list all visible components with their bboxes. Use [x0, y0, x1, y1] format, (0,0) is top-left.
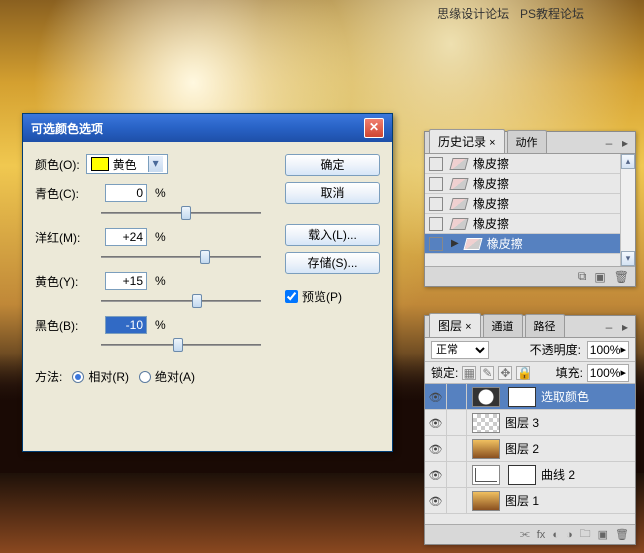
dialog-titlebar[interactable]: 可选颜色选项 ✕ — [23, 114, 392, 142]
layer-thumbnail[interactable] — [472, 491, 500, 511]
layer-thumbnail[interactable] — [472, 413, 500, 433]
close-icon[interactable]: ✕ — [364, 118, 384, 138]
eraser-icon — [449, 178, 468, 190]
layer-row[interactable]: 选取颜色 — [425, 384, 635, 410]
group-icon[interactable]: 🗀 — [580, 525, 591, 544]
layer-thumbnail[interactable] — [472, 465, 500, 485]
black-slider[interactable] — [101, 336, 261, 354]
lock-all-icon[interactable]: 🔒 — [516, 366, 530, 380]
magenta-slider[interactable] — [101, 248, 261, 266]
layers-panel: 图层 × 通道 路径 –▸ 正常 不透明度: 100%▸ 锁定: ▦ ✎ ✥ 🔒… — [424, 315, 636, 545]
layer-style-icon[interactable]: fx — [537, 529, 546, 541]
black-label: 黑色(B): — [35, 317, 97, 334]
color-swatch-icon — [91, 157, 109, 171]
percent-label: % — [155, 186, 169, 200]
visibility-icon[interactable] — [425, 384, 447, 409]
layer-mask-icon[interactable]: ◐ — [552, 529, 559, 541]
adjustment-layer-icon[interactable]: ◑ — [566, 529, 573, 541]
mask-thumbnail[interactable] — [508, 387, 536, 407]
opacity-label: 不透明度: — [530, 341, 581, 358]
cyan-label: 青色(C): — [35, 185, 97, 202]
delete-layer-icon[interactable]: 🗑 — [615, 528, 629, 541]
layer-row[interactable]: 图层 3 — [425, 410, 635, 436]
layer-thumbnail[interactable] — [472, 439, 500, 459]
delete-icon[interactable]: 🗑 — [614, 270, 629, 284]
visibility-icon[interactable] — [425, 436, 447, 461]
visibility-icon[interactable] — [425, 410, 447, 435]
blend-mode-select[interactable]: 正常 — [431, 341, 489, 359]
tab-layers[interactable]: 图层 × — [429, 313, 481, 337]
new-state-icon[interactable]: ▣ — [594, 270, 605, 284]
color-value: 黄色 — [113, 156, 137, 173]
panel-minimize-icon[interactable]: – — [603, 138, 615, 150]
panel-menu-icon[interactable]: ▸ — [619, 322, 631, 334]
absolute-radio[interactable]: 绝对(A) — [139, 368, 195, 385]
history-item[interactable]: 橡皮擦 — [425, 174, 635, 194]
yellow-label: 黄色(Y): — [35, 273, 97, 290]
eraser-icon — [449, 198, 468, 210]
link-layers-icon[interactable]: ⫘ — [520, 528, 530, 541]
relative-radio[interactable]: 相对(R) — [72, 368, 129, 385]
cyan-input[interactable] — [105, 184, 147, 202]
history-list: 橡皮擦 橡皮擦 橡皮擦 橡皮擦 ▶橡皮擦 — [425, 154, 635, 266]
layer-thumbnail[interactable] — [472, 387, 500, 407]
preview-label: 预览(P) — [302, 288, 342, 305]
black-input[interactable] — [105, 316, 147, 334]
layer-row[interactable]: 图层 2 — [425, 436, 635, 462]
history-item[interactable]: ▶橡皮擦 — [425, 234, 635, 254]
fill-label: 填充: — [556, 364, 583, 381]
chevron-down-icon[interactable]: ▾ — [148, 156, 163, 172]
visibility-icon[interactable] — [425, 462, 447, 487]
ok-button[interactable]: 确定 — [285, 154, 380, 176]
fill-input[interactable]: 100%▸ — [587, 364, 629, 382]
panel-minimize-icon[interactable]: – — [603, 322, 615, 334]
magenta-label: 洋红(M): — [35, 229, 97, 246]
lock-transparency-icon[interactable]: ▦ — [462, 366, 476, 380]
color-label: 颜色(O): — [35, 156, 80, 173]
load-button[interactable]: 载入(L)... — [285, 224, 380, 246]
eraser-icon — [449, 158, 468, 170]
scrollbar[interactable]: ▴▾ — [620, 154, 635, 266]
new-snapshot-icon[interactable]: ⧉ — [578, 269, 587, 284]
history-item[interactable]: 橡皮擦 — [425, 154, 635, 174]
eraser-icon — [463, 238, 482, 250]
dialog-title: 可选颜色选项 — [31, 120, 103, 137]
layers-list: 选取颜色 图层 3 图层 2 曲线 2 图层 1 — [425, 384, 635, 524]
new-layer-icon[interactable]: ▣ — [598, 528, 608, 541]
cancel-button[interactable]: 取消 — [285, 182, 380, 204]
yellow-input[interactable] — [105, 272, 147, 290]
eraser-icon — [449, 218, 468, 230]
watermark-top: 思缘设计论坛 PS教程论坛 — [437, 5, 584, 22]
selective-color-dialog: 可选颜色选项 ✕ 颜色(O): 黄色 ▾ 青色(C): % — [22, 113, 393, 452]
tab-channels[interactable]: 通道 — [483, 314, 523, 337]
tab-paths[interactable]: 路径 — [525, 314, 565, 337]
yellow-slider[interactable] — [101, 292, 261, 310]
color-dropdown[interactable]: 黄色 ▾ — [86, 154, 168, 174]
panel-menu-icon[interactable]: ▸ — [619, 138, 631, 150]
lock-pixels-icon[interactable]: ✎ — [480, 366, 494, 380]
history-item[interactable]: 橡皮擦 — [425, 214, 635, 234]
magenta-input[interactable] — [105, 228, 147, 246]
visibility-icon[interactable] — [425, 488, 447, 513]
history-item[interactable]: 橡皮擦 — [425, 194, 635, 214]
layer-row[interactable]: 图层 1 — [425, 488, 635, 514]
method-label: 方法: — [35, 368, 62, 385]
layer-row[interactable]: 曲线 2 — [425, 462, 635, 488]
preview-checkbox[interactable] — [285, 290, 298, 303]
mask-thumbnail[interactable] — [508, 465, 536, 485]
opacity-input[interactable]: 100%▸ — [587, 341, 629, 359]
lock-position-icon[interactable]: ✥ — [498, 366, 512, 380]
history-panel: 历史记录 × 动作 –▸ 橡皮擦 橡皮擦 橡皮擦 橡皮擦 ▶橡皮擦 ▴▾ ⧉ ▣… — [424, 131, 636, 287]
tab-history[interactable]: 历史记录 × — [429, 129, 505, 153]
lock-label: 锁定: — [431, 364, 458, 381]
cyan-slider[interactable] — [101, 204, 261, 222]
tab-actions[interactable]: 动作 — [507, 130, 547, 153]
save-button[interactable]: 存储(S)... — [285, 252, 380, 274]
brush-icon: ▶ — [451, 238, 459, 249]
